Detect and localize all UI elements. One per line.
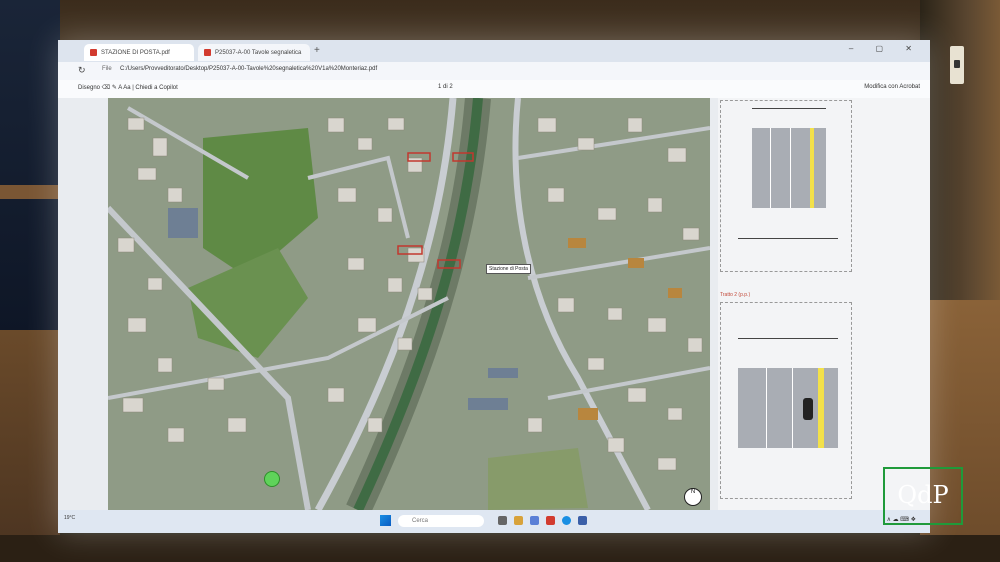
parking-lane-line <box>818 368 824 448</box>
lane-marking <box>770 128 771 208</box>
task-view-icon[interactable] <box>498 516 507 525</box>
pdf-toolbar: Disegno ⌫ ✎ A Aa | Chiedi a Copilot 1 di… <box>58 80 930 99</box>
wooden-floor-left <box>0 330 60 562</box>
car-icon <box>803 398 813 420</box>
window-controls[interactable]: – ▢ ✕ <box>849 44 922 53</box>
taskbar-search[interactable]: Cerca <box>398 515 484 527</box>
edge-browser-icon[interactable] <box>562 516 571 525</box>
lane-marking <box>766 368 767 448</box>
north-compass-icon: N <box>684 488 702 506</box>
weather-widget[interactable]: 19°C <box>64 515 75 521</box>
pdf-app-icon[interactable] <box>546 516 555 525</box>
url-field[interactable]: C:/Users/Provveditorato/Desktop/P25037-A… <box>120 66 377 72</box>
windows-taskbar: 19°C Cerca ∧ ☁ ⌨ ❖ <box>58 510 930 533</box>
pdf-page-area: Stazione di Posta N Tratto 2 (p.p.) <box>58 98 930 510</box>
road-section-1 <box>752 128 826 208</box>
file-explorer-icon[interactable] <box>514 516 523 525</box>
app-icon[interactable] <box>530 516 539 525</box>
aerial-map-drawing <box>108 98 710 510</box>
station-label: Stazione di Posta <box>486 264 531 274</box>
section-2-title: Tratto 2 (p.p.) <box>720 292 751 298</box>
address-bar: ↻ File C:/Users/Provveditorato/Desktop/P… <box>58 62 930 80</box>
refresh-icon[interactable]: ↻ <box>78 65 86 76</box>
tab-tavole-segnaletica[interactable]: P25037-A-00 Tavole segnaletica <box>198 44 310 61</box>
bike-lane-line <box>810 128 814 208</box>
pdf-icon <box>90 49 97 56</box>
room-left-wall <box>0 0 60 562</box>
location-marker <box>264 471 280 487</box>
dimension-line <box>738 238 838 239</box>
watermark-text: QdP <box>897 481 949 509</box>
light-switch <box>950 46 964 84</box>
qdp-watermark-logo: QdP <box>883 467 963 525</box>
tab-label: P25037-A-00 Tavole segnaletica <box>215 49 302 56</box>
aerial-map: Stazione di Posta N <box>108 98 710 510</box>
app-icon[interactable] <box>578 516 587 525</box>
road-cross-sections: Tratto 2 (p.p.) <box>718 98 930 510</box>
pdf-icon <box>204 49 211 56</box>
new-tab-button[interactable]: + <box>314 45 320 56</box>
tab-stazione-di-posta[interactable]: STAZIONE DI POSTA.pdf <box>84 44 194 61</box>
pdf-tools[interactable]: Disegno ⌫ ✎ A Aa | Chiedi a Copilot <box>78 84 178 91</box>
lane-marking <box>792 368 793 448</box>
wall-rail <box>0 185 60 199</box>
tab-label: STAZIONE DI POSTA.pdf <box>101 49 170 56</box>
dimension-line <box>752 108 826 109</box>
windows-start-icon[interactable] <box>380 515 391 526</box>
browser-titlebar: STAZIONE DI POSTA.pdf P25037-A-00 Tavole… <box>58 40 930 62</box>
lane-marking <box>790 128 791 208</box>
file-badge: File <box>102 66 112 72</box>
projected-screen: STAZIONE DI POSTA.pdf P25037-A-00 Tavole… <box>58 40 930 533</box>
screen-bottom-edge <box>0 535 1000 562</box>
dimension-line <box>738 338 838 339</box>
edit-with-acrobat-button[interactable]: Modifica con Acrobat <box>864 84 920 90</box>
page-indicator[interactable]: 1 di 2 <box>438 84 453 90</box>
